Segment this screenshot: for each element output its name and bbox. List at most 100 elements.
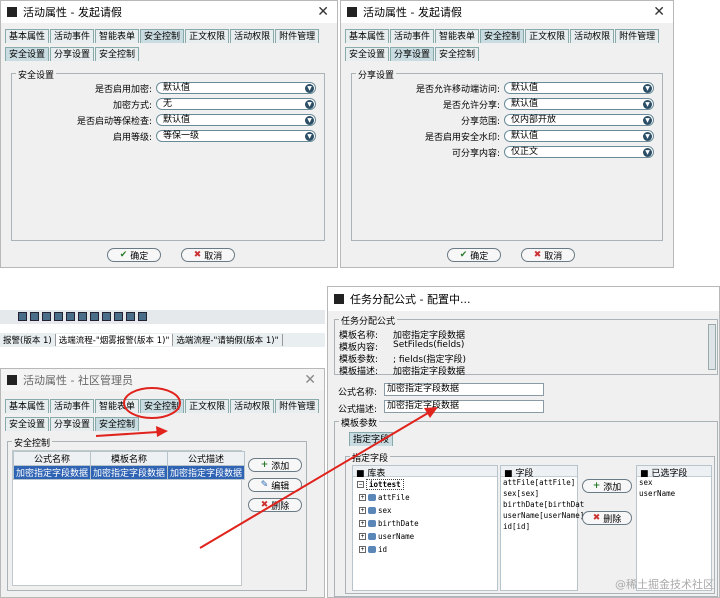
subtab-share-settings[interactable]: 分享设置	[390, 47, 435, 61]
edit-button[interactable]: ✎ 编辑	[248, 478, 302, 492]
toolbar-icon[interactable]	[114, 312, 123, 321]
remove-field-button[interactable]: ✖ 删除	[582, 511, 632, 525]
tab-specified-fields[interactable]: 指定字段	[349, 432, 394, 446]
doc-tab[interactable]: 报警(版本 1)	[0, 334, 56, 346]
subtab-security-settings[interactable]: 安全设置	[5, 417, 50, 431]
tab-text-perm[interactable]: 正文权限	[525, 29, 570, 43]
toolbar-icon[interactable]	[42, 312, 51, 321]
tab-basic[interactable]: 基本属性	[5, 29, 50, 43]
app-icon	[7, 7, 17, 17]
toolbar-icon[interactable]	[66, 312, 75, 321]
tab-basic[interactable]: 基本属性	[345, 29, 390, 43]
tab-attachments[interactable]: 附件管理	[275, 399, 320, 413]
ok-button[interactable]: ✔ 确定	[447, 248, 501, 262]
toolbar-icon[interactable]	[18, 312, 27, 321]
delete-button[interactable]: ✖ 删除	[248, 498, 302, 512]
share-content-select[interactable]: 仅正文 ▼	[504, 146, 654, 158]
toolbar-icon[interactable]	[78, 312, 87, 321]
list-item[interactable]: birthDate[birthDat	[503, 499, 584, 510]
toolbar-icon[interactable]	[138, 312, 147, 321]
tree-item[interactable]: + id	[359, 545, 387, 554]
tab-smart-form[interactable]: 智能表单	[435, 29, 480, 43]
chevron-down-icon: ▼	[305, 132, 314, 141]
input-value: 加密指定字段数据	[387, 384, 460, 394]
expand-icon[interactable]: +	[359, 520, 366, 527]
level-select[interactable]: 等保一级 ▼	[156, 130, 316, 142]
tab-events[interactable]: 活动事件	[390, 29, 435, 43]
column-header[interactable]: 模板名称	[90, 451, 169, 466]
subtab-security-control[interactable]: 安全控制	[95, 417, 140, 431]
level-check-select[interactable]: 默认值 ▼	[156, 114, 316, 126]
subtab-security-settings[interactable]: 安全设置	[345, 47, 390, 61]
share-scope-select[interactable]: 仅内部开放 ▼	[504, 114, 654, 126]
close-icon[interactable]: ✕	[304, 372, 316, 388]
tab-attachments[interactable]: 附件管理	[275, 29, 320, 43]
list-item[interactable]: attFile[attFile]	[503, 477, 577, 488]
tab-smart-form[interactable]: 智能表单	[95, 399, 140, 413]
subtab-security-settings[interactable]: 安全设置	[5, 47, 50, 61]
ok-button[interactable]: ✔ 确定	[107, 248, 161, 262]
tab-attachments[interactable]: 附件管理	[615, 29, 660, 43]
cancel-button[interactable]: ✖ 取消	[181, 248, 235, 262]
tab-smart-form[interactable]: 智能表单	[95, 29, 140, 43]
subtab-security-control[interactable]: 安全控制	[435, 47, 480, 61]
subtab-bar: 安全设置 分享设置 安全控制	[1, 47, 337, 61]
tab-text-perm[interactable]: 正文权限	[185, 399, 230, 413]
subtab-share-settings[interactable]: 分享设置	[50, 417, 95, 431]
tab-security[interactable]: 安全控制	[140, 29, 185, 43]
tab-events[interactable]: 活动事件	[50, 29, 95, 43]
doc-tab[interactable]: 选端流程-"烟雾报警(版本 1)"	[55, 334, 174, 346]
expand-icon[interactable]: +	[359, 507, 366, 514]
add-field-button[interactable]: + 添加	[582, 479, 632, 493]
mobile-access-select[interactable]: 默认值 ▼	[504, 82, 654, 94]
tree-item[interactable]: + sex	[359, 506, 392, 515]
tree-item[interactable]: + attFile	[359, 493, 410, 502]
tree-root[interactable]: − iottest	[357, 479, 404, 490]
tab-activity-perm[interactable]: 活动权限	[230, 399, 275, 413]
cancel-button[interactable]: ✖ 取消	[521, 248, 575, 262]
close-icon[interactable]: ✕	[317, 4, 329, 20]
column-header[interactable]: 公式描述	[167, 451, 246, 466]
tab-events[interactable]: 活动事件	[50, 399, 95, 413]
list-item[interactable]: id[id]	[503, 521, 577, 532]
column-header[interactable]: 公式名称	[12, 451, 92, 466]
subtab-share-settings[interactable]: 分享设置	[50, 47, 95, 61]
tab-activity-perm[interactable]: 活动权限	[570, 29, 615, 43]
toolbar-icon[interactable]	[54, 312, 63, 321]
tab-text-perm[interactable]: 正文权限	[185, 29, 230, 43]
expand-icon[interactable]: +	[359, 494, 366, 501]
expand-icon[interactable]: +	[359, 533, 366, 540]
formula-name-input[interactable]: 加密指定字段数据	[384, 383, 544, 396]
group-title: 分享设置	[356, 68, 397, 81]
add-button[interactable]: + 添加	[248, 458, 302, 472]
toolbar-icon[interactable]	[90, 312, 99, 321]
expand-icon[interactable]: +	[359, 546, 366, 553]
tab-activity-perm[interactable]: 活动权限	[230, 29, 275, 43]
formula-desc-input[interactable]: 加密指定字段数据	[384, 400, 544, 413]
watermark-select[interactable]: 默认值 ▼	[504, 130, 654, 142]
allow-share-select[interactable]: 默认值 ▼	[504, 98, 654, 110]
encrypt-enabled-select[interactable]: 默认值 ▼	[156, 82, 316, 94]
tab-basic[interactable]: 基本属性	[5, 399, 50, 413]
list-item[interactable]: userName	[639, 488, 711, 499]
list-item[interactable]: sex[sex]	[503, 488, 577, 499]
encrypt-method-select[interactable]: 无 ▼	[156, 98, 316, 110]
list-item[interactable]: userName[userName]	[503, 510, 584, 521]
table-row[interactable]: 加密指定字段数据 加密指定字段数据 加密指定字段数据	[12, 465, 246, 480]
formula-table: 公式名称 模板名称 公式描述 加密指定字段数据 加密指定字段数据 加密指定字段数…	[12, 451, 246, 480]
tab-bar: 基本属性 活动事件 智能表单 安全控制 正文权限 活动权限 附件管理	[1, 29, 337, 43]
close-icon[interactable]: ✕	[653, 4, 665, 20]
toolbar-icon[interactable]	[102, 312, 111, 321]
doc-tab[interactable]: 选端流程-"请销假(版本 1)"	[173, 334, 283, 346]
tree-item[interactable]: + userName	[359, 532, 414, 541]
toolbar-icon[interactable]	[126, 312, 135, 321]
tree-item[interactable]: + birthDate	[359, 519, 419, 528]
tab-security[interactable]: 安全控制	[480, 29, 525, 43]
dialog-activity-props-3: 活动属性 - 社区管理员 ✕ 基本属性 活动事件 智能表单 安全控制 正文权限 …	[0, 368, 325, 598]
scrollbar[interactable]	[708, 324, 716, 370]
tab-bar: 基本属性 活动事件 智能表单 安全控制 正文权限 活动权限 附件管理	[1, 399, 324, 413]
tab-security[interactable]: 安全控制	[140, 399, 185, 413]
toolbar-icon[interactable]	[30, 312, 39, 321]
subtab-security-control[interactable]: 安全控制	[95, 47, 140, 61]
collapse-icon[interactable]: −	[357, 481, 364, 488]
